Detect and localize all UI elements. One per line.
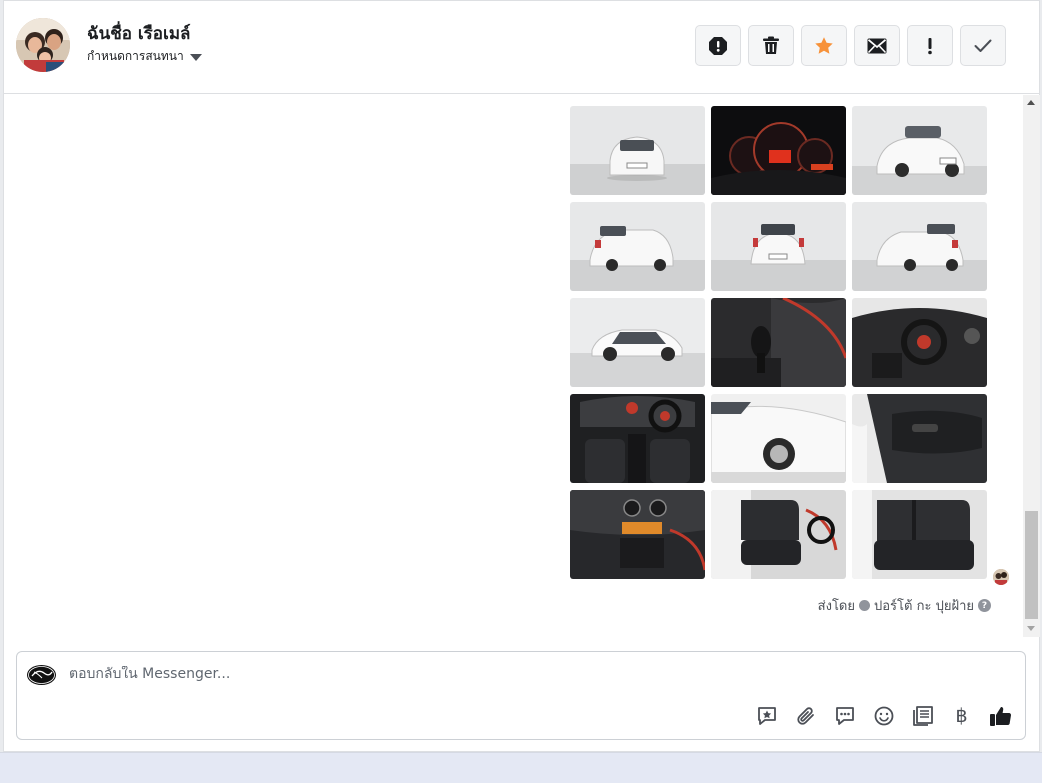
like-icon	[989, 707, 1011, 726]
photo-interior-dashboard[interactable]	[852, 298, 987, 387]
photo-car-rear[interactable]	[711, 202, 846, 291]
photo-car-front-white[interactable]	[570, 106, 705, 195]
reply-input[interactable]	[69, 666, 669, 682]
photo-car-front-angle[interactable]	[852, 106, 987, 195]
baht-icon: ฿	[955, 705, 968, 727]
seen-by-avatar	[993, 569, 1009, 585]
conversation-header: ฉันชื่อ เรือเมล์ กำหนดการสนทนา	[4, 1, 1039, 94]
emoji-button[interactable]	[871, 704, 896, 728]
chat-button[interactable]	[832, 704, 857, 728]
photo-gear-shifter[interactable]	[711, 298, 846, 387]
sent-by-label: ส่งโดย ปอร์โต้ กะ ปุยฝ้าย ?	[818, 595, 991, 616]
photo-car-front-wheel[interactable]	[711, 394, 846, 483]
composer-toolbar: ฿	[754, 704, 1013, 728]
star-button[interactable]	[801, 25, 847, 66]
saved-reply-icon	[757, 707, 776, 725]
follow-up-button[interactable]	[907, 25, 953, 66]
thread-scrollbar[interactable]	[1023, 95, 1040, 637]
photo-car-rear-right[interactable]	[852, 202, 987, 291]
page-logo	[27, 665, 56, 685]
saved-reply-button[interactable]	[754, 704, 779, 728]
mark-unread-button[interactable]	[854, 25, 900, 66]
catalog-button[interactable]	[910, 704, 935, 728]
scroll-down-arrow-icon[interactable]	[1027, 626, 1035, 631]
delete-button[interactable]	[748, 25, 794, 66]
contact-name[interactable]: ฉันชื่อ เรือเมล์	[87, 20, 190, 47]
emoji-icon	[874, 706, 893, 726]
photo-front-seats[interactable]	[711, 490, 846, 579]
sent-by-prefix: ส่งโดย	[817, 599, 855, 614]
spam-icon	[709, 36, 727, 55]
sender-status-icon	[859, 600, 870, 611]
star-icon	[815, 36, 833, 54]
conversation-panel: ฉันชื่อ เรือเมล์ กำหนดการสนทนา ส่งโดย ปอ…	[3, 0, 1040, 752]
catalog-icon	[912, 706, 933, 726]
attach-file-button[interactable]	[793, 704, 818, 728]
sent-by-name[interactable]: ปอร์โต้ กะ ปุยฝ้าย	[874, 595, 974, 616]
attachment-icon	[796, 707, 814, 725]
scroll-thumb[interactable]	[1025, 511, 1038, 619]
photo-door-panel[interactable]	[852, 394, 987, 483]
help-icon[interactable]: ?	[978, 599, 991, 612]
contact-avatar[interactable]	[16, 18, 70, 72]
photo-attachment-grid	[570, 106, 987, 579]
payment-button[interactable]: ฿	[949, 704, 974, 728]
message-thread: ส่งโดย ปอร์โต้ กะ ปุยฝ้าย ?	[4, 95, 1023, 637]
like-button[interactable]	[988, 704, 1013, 728]
mark-spam-button[interactable]	[695, 25, 741, 66]
photo-rear-seats[interactable]	[852, 490, 987, 579]
conversation-settings-label: กำหนดการสนทนา	[87, 49, 184, 63]
trash-icon	[763, 36, 779, 54]
conversation-settings-dropdown[interactable]: กำหนดการสนทนา	[87, 47, 202, 66]
page-bottom-strip	[0, 752, 1042, 783]
photo-center-console[interactable]	[570, 490, 705, 579]
mark-done-button[interactable]	[960, 25, 1006, 66]
photo-dashboard-gauges[interactable]	[711, 106, 846, 195]
chevron-down-icon	[189, 54, 202, 61]
chat-bubble-icon	[835, 707, 854, 725]
exclamation-icon	[928, 37, 932, 54]
scroll-up-arrow-icon[interactable]	[1027, 100, 1035, 105]
envelope-icon	[867, 38, 887, 53]
conversation-toolbar	[695, 25, 1006, 66]
photo-car-side[interactable]	[570, 298, 705, 387]
photo-interior-overview[interactable]	[570, 394, 705, 483]
photo-car-rear-left[interactable]	[570, 202, 705, 291]
reply-composer: ฿	[16, 651, 1026, 740]
check-icon	[974, 39, 992, 52]
